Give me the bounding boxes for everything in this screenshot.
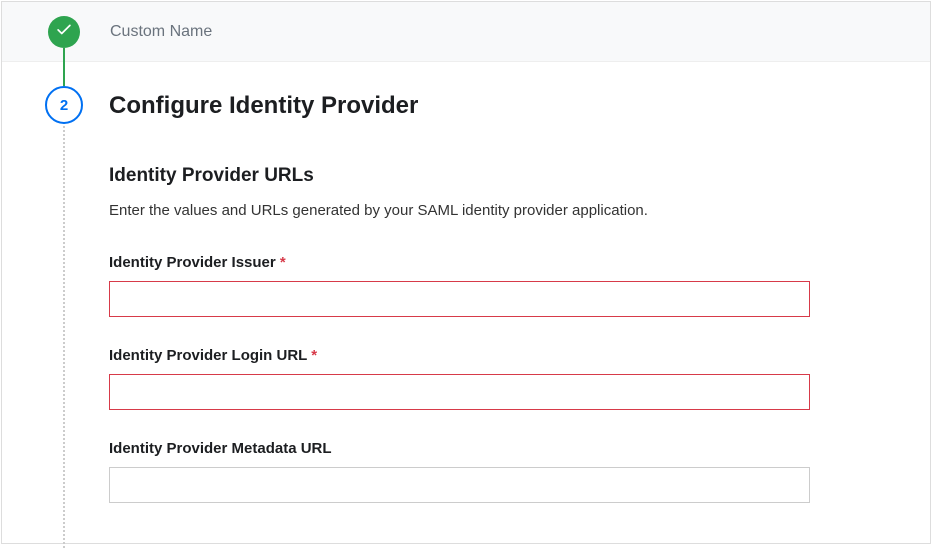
step-1-header[interactable]: Custom Name: [2, 2, 930, 62]
section-title: Identity Provider URLs: [109, 165, 810, 187]
step-2-indicator: 2: [45, 86, 83, 124]
step-connector-dotted: [63, 118, 65, 548]
page-title: Configure Identity Provider: [109, 92, 810, 120]
wizard-container: Custom Name 2 Configure Identity Provide…: [1, 1, 931, 544]
step-2-content: Configure Identity Provider Identity Pro…: [109, 86, 930, 533]
login-url-label: Identity Provider Login URL *: [109, 347, 810, 364]
check-icon: [55, 20, 73, 43]
required-asterisk: *: [280, 254, 286, 271]
metadata-url-field-group: Identity Provider Metadata URL: [109, 440, 810, 503]
step-1-label: Custom Name: [110, 23, 212, 41]
issuer-field-group: Identity Provider Issuer *: [109, 254, 810, 317]
step-connector-solid: [63, 48, 65, 86]
issuer-label: Identity Provider Issuer *: [109, 254, 810, 271]
login-url-input[interactable]: [109, 374, 810, 410]
required-asterisk: *: [311, 347, 317, 364]
metadata-url-input[interactable]: [109, 467, 810, 503]
step-2-number: 2: [60, 97, 68, 114]
issuer-input[interactable]: [109, 281, 810, 317]
metadata-url-label: Identity Provider Metadata URL: [109, 440, 810, 457]
step-1-done-indicator: [48, 16, 80, 48]
step-2-section: 2 Configure Identity Provider Identity P…: [2, 62, 930, 533]
login-url-field-group: Identity Provider Login URL *: [109, 347, 810, 410]
section-description: Enter the values and URLs generated by y…: [109, 202, 810, 219]
